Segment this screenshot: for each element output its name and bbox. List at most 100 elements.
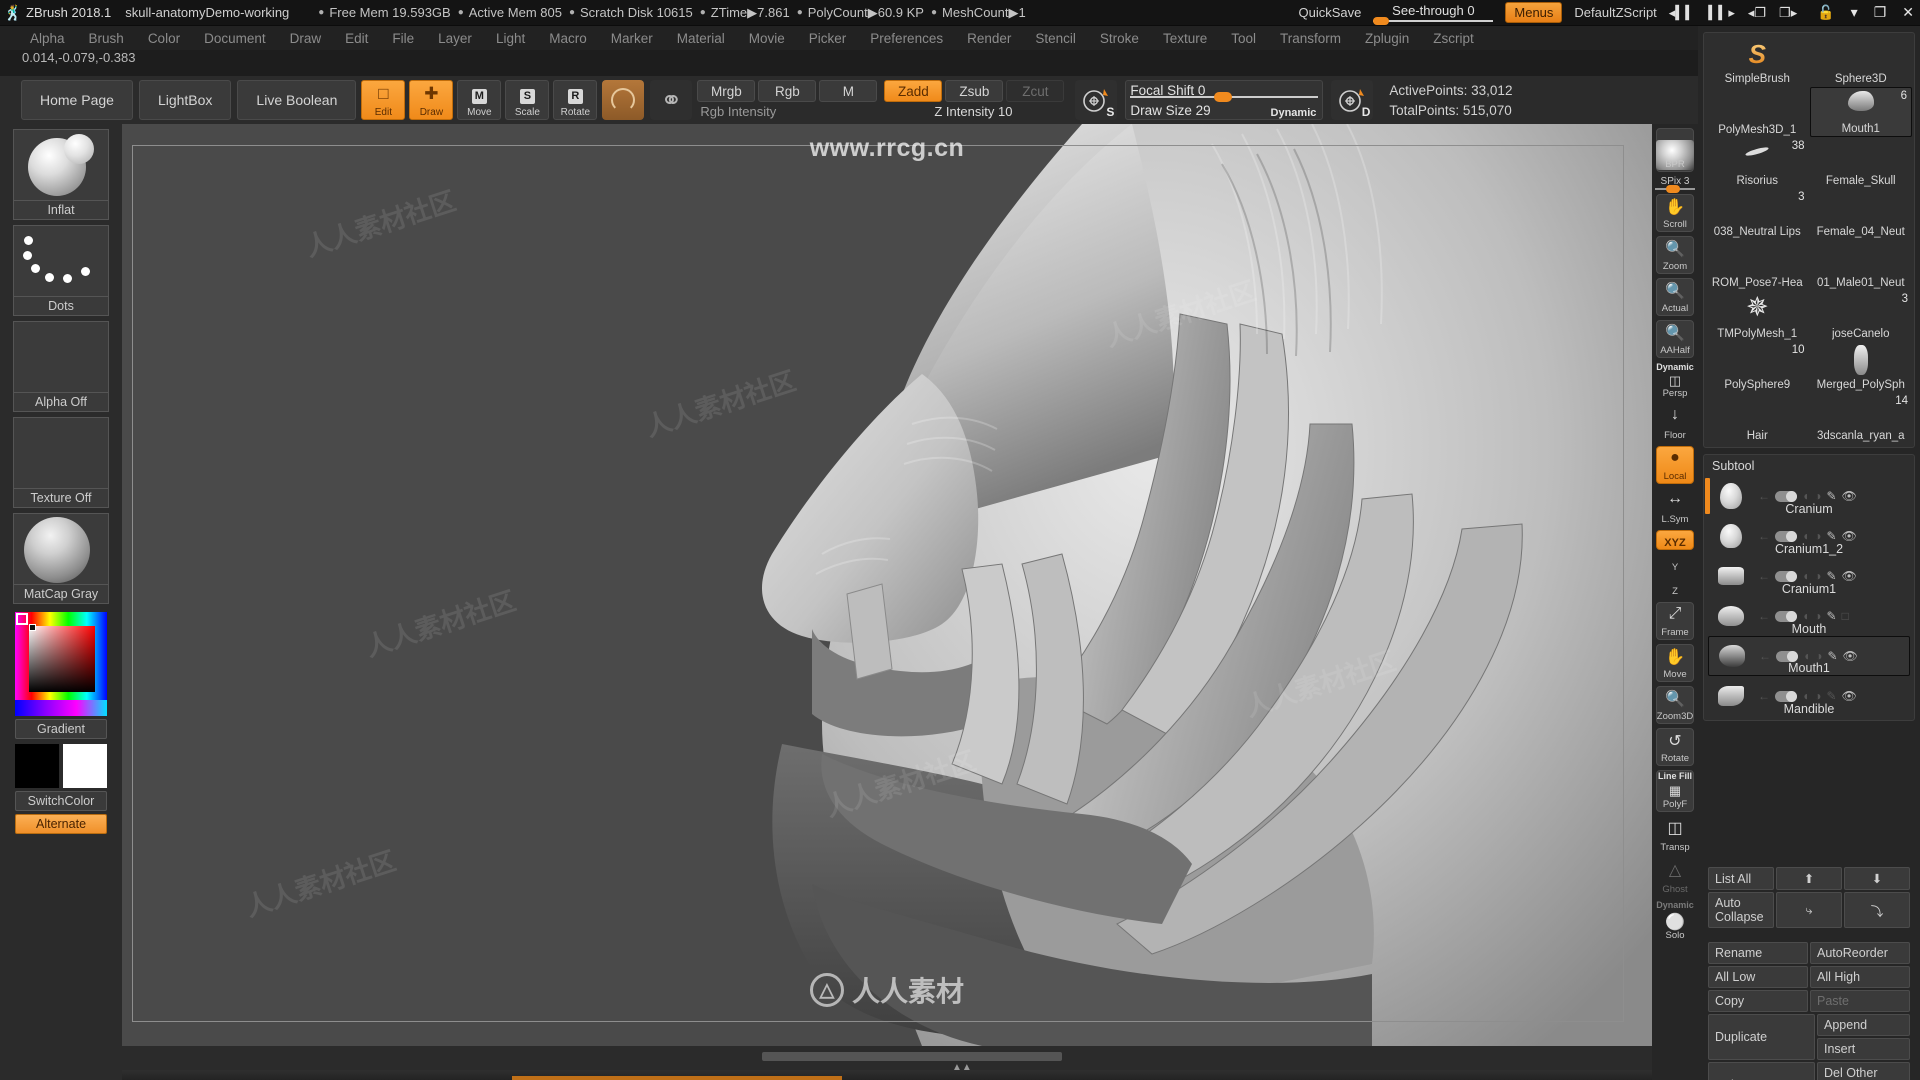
subtool-eye-icon[interactable]: 👁 bbox=[1842, 489, 1857, 503]
menu-item-render[interactable]: Render bbox=[955, 29, 1023, 48]
subtool-eye-icon[interactable]: □ bbox=[1842, 609, 1849, 623]
rename-button[interactable]: Rename bbox=[1708, 942, 1808, 964]
saturation-value-field[interactable] bbox=[29, 626, 95, 692]
all-high-button[interactable]: All High bbox=[1810, 966, 1910, 988]
menu-item-zplugin[interactable]: Zplugin bbox=[1353, 29, 1421, 48]
move-button[interactable]: M Move bbox=[457, 80, 502, 120]
subtool-visibility-toggle[interactable] bbox=[1775, 570, 1797, 582]
subtool-arrow-icon[interactable]: ← bbox=[1758, 569, 1770, 583]
local-button[interactable]: ● Local bbox=[1656, 446, 1694, 484]
menu-item-alpha[interactable]: Alpha bbox=[18, 29, 77, 48]
material-tile[interactable]: MatCap Gray bbox=[13, 513, 109, 604]
tool-item-3dscan-ryan[interactable]: 14 3dscanla_ryan_a bbox=[1810, 393, 1913, 443]
z-intensity-slider[interactable]: Z Intensity 10 bbox=[884, 104, 1062, 124]
edit-button[interactable]: □ Edit bbox=[361, 80, 406, 120]
subtool-arrow-icon[interactable]: ← bbox=[1758, 529, 1770, 543]
next-subtool-icon[interactable]: ❐▸ bbox=[1779, 5, 1797, 21]
tool-item-josecanelo[interactable]: 3 joseCanelo bbox=[1810, 291, 1913, 341]
rgb-intensity-slider[interactable]: Rgb Intensity bbox=[697, 104, 875, 124]
menu-item-color[interactable]: Color bbox=[136, 29, 192, 48]
subtool-visibility-toggle[interactable] bbox=[1775, 690, 1797, 702]
subtool-paint-icon[interactable]: ✎ bbox=[1827, 569, 1837, 583]
menu-item-draw[interactable]: Draw bbox=[278, 29, 334, 48]
zsub-button[interactable]: Zsub bbox=[945, 80, 1004, 102]
menu-item-tool[interactable]: Tool bbox=[1219, 29, 1268, 48]
subtool-contrast-icon[interactable]: ◑ bbox=[1814, 529, 1821, 543]
spix-knob[interactable] bbox=[1666, 185, 1680, 193]
move-view-button[interactable]: ✋ Move bbox=[1656, 644, 1694, 682]
duplicate-button[interactable]: Duplicate bbox=[1708, 1014, 1815, 1060]
frame-button[interactable]: ⤢ Frame bbox=[1656, 602, 1694, 640]
xyz-button[interactable]: XYZ bbox=[1656, 530, 1694, 550]
auto-collapse-button[interactable]: Auto Collapse bbox=[1708, 892, 1774, 928]
merge-up-button[interactable]: ⤷ bbox=[1776, 892, 1842, 928]
merge-down-button[interactable]: ⤵ bbox=[1844, 892, 1910, 928]
tool-item-hair[interactable]: Hair bbox=[1706, 393, 1809, 443]
tool-item-polymesh3d[interactable]: PolyMesh3D_1 bbox=[1706, 87, 1809, 137]
current-brush-thumbnail[interactable] bbox=[602, 80, 645, 120]
menu-item-zscript[interactable]: Zscript bbox=[1421, 29, 1486, 48]
subtool-row-mandible[interactable]: ← ◖ ◑ ✎ 👁 Mandible bbox=[1704, 676, 1914, 716]
rotate-z-button[interactable]: Z bbox=[1656, 578, 1694, 598]
close-icon[interactable]: ✕ bbox=[1902, 4, 1914, 21]
subtool-visibility-toggle[interactable] bbox=[1775, 490, 1797, 502]
color-picker[interactable] bbox=[15, 612, 107, 700]
copy-button[interactable]: Copy bbox=[1708, 990, 1808, 1012]
menu-item-material[interactable]: Material bbox=[665, 29, 737, 48]
tool-item-sphere3d[interactable]: Sphere3D bbox=[1810, 36, 1913, 86]
next-items-icon[interactable]: ▍▍▸ bbox=[1708, 5, 1735, 21]
zoom-button[interactable]: 🔍 Zoom bbox=[1656, 236, 1694, 274]
subtool-contrast-icon[interactable]: ◑ bbox=[1814, 569, 1821, 583]
subtool-paint-icon[interactable]: ✎ bbox=[1827, 489, 1837, 503]
move-down-button[interactable]: ⬇ bbox=[1844, 867, 1910, 890]
del-other-button[interactable]: Del Other bbox=[1817, 1062, 1910, 1080]
menu-item-texture[interactable]: Texture bbox=[1151, 29, 1219, 48]
rotate-view-button[interactable]: ↺ Rotate bbox=[1656, 728, 1694, 766]
tool-item-merged-polysph[interactable]: Merged_PolySph bbox=[1810, 342, 1913, 392]
subtool-arrow-icon[interactable]: ← bbox=[1758, 689, 1770, 703]
focal-shift-circle-button[interactable]: S bbox=[1075, 80, 1118, 120]
sv-marker[interactable] bbox=[29, 624, 36, 631]
auto-reorder-button[interactable]: AutoReorder bbox=[1810, 942, 1910, 964]
rgb-button[interactable]: Rgb bbox=[758, 80, 817, 102]
rotate-button[interactable]: R Rotate bbox=[553, 80, 598, 120]
perspective-button[interactable]: Dynamic ◫ Persp bbox=[1656, 362, 1694, 400]
horizontal-scrollbar[interactable] bbox=[762, 1052, 1062, 1061]
menu-item-edit[interactable]: Edit bbox=[333, 29, 380, 48]
subtool-half-circle-icon[interactable]: ◖ bbox=[1802, 689, 1809, 703]
menu-item-transform[interactable]: Transform bbox=[1268, 29, 1353, 48]
list-all-button[interactable]: List All bbox=[1708, 867, 1774, 890]
subtool-row-mouth1[interactable]: ← ◖ ◑ ✎ 👁 Mouth1 bbox=[1708, 636, 1910, 676]
subtool-row-mouth[interactable]: ← ◖ ◑ ✎ □ Mouth bbox=[1704, 596, 1914, 636]
current-stroke-thumbnail[interactable]: ⚭ bbox=[650, 80, 693, 120]
menu-item-preferences[interactable]: Preferences bbox=[858, 29, 955, 48]
subtool-half-circle-icon[interactable]: ◖ bbox=[1802, 609, 1809, 623]
all-low-button[interactable]: All Low bbox=[1708, 966, 1808, 988]
menu-item-movie[interactable]: Movie bbox=[737, 29, 797, 48]
subtool-paint-icon[interactable]: ✎ bbox=[1827, 529, 1837, 543]
bpr-button[interactable]: BPR bbox=[1656, 128, 1694, 172]
subtool-visibility-toggle[interactable] bbox=[1776, 650, 1798, 662]
aahalf-button[interactable]: 🔍 AAHalf bbox=[1656, 320, 1694, 358]
tool-item-risorius[interactable]: 38 Risorius bbox=[1706, 138, 1809, 188]
transparency-button[interactable]: ◫ Transp bbox=[1656, 816, 1694, 854]
subtool-eye-icon[interactable]: 👁 bbox=[1842, 569, 1857, 583]
append-button[interactable]: Append bbox=[1817, 1014, 1910, 1036]
tool-item-male01[interactable]: 01_Male01_Neut bbox=[1810, 240, 1913, 290]
quicksave-button[interactable]: QuickSave bbox=[1299, 5, 1362, 20]
menu-item-layer[interactable]: Layer bbox=[426, 29, 484, 48]
subtool-eye-icon[interactable]: 👁 bbox=[1842, 529, 1857, 543]
restore-icon[interactable]: ❐ bbox=[1874, 4, 1887, 21]
draw-size-slider[interactable]: Draw Size 29 Dynamic bbox=[1126, 103, 1322, 123]
focal-shift-slider[interactable]: Focal Shift 0 bbox=[1126, 83, 1322, 103]
see-through-slider[interactable]: See-through 0 bbox=[1373, 3, 1494, 25]
switch-color-button[interactable]: SwitchColor bbox=[15, 791, 107, 811]
tool-item-neutral-lips[interactable]: 3 038_Neutral Lips bbox=[1706, 189, 1809, 239]
paste-button[interactable]: Paste bbox=[1810, 990, 1910, 1012]
m-button[interactable]: M bbox=[819, 80, 878, 102]
prev-subtool-icon[interactable]: ◂❐ bbox=[1748, 5, 1766, 21]
hue-marker[interactable] bbox=[16, 613, 28, 625]
menu-item-file[interactable]: File bbox=[380, 29, 426, 48]
move-up-button[interactable]: ⬆ bbox=[1776, 867, 1842, 890]
menu-item-marker[interactable]: Marker bbox=[599, 29, 665, 48]
